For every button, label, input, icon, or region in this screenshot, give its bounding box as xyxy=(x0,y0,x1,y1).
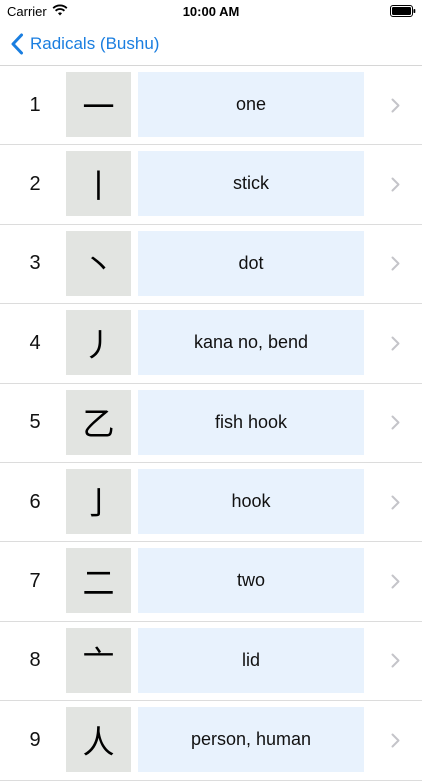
back-button[interactable]: Radicals (Bushu) xyxy=(10,30,159,58)
radical-number: 9 xyxy=(29,728,41,751)
radical-meaning: fish hook xyxy=(138,389,364,455)
back-button-label: Radicals (Bushu) xyxy=(30,34,160,53)
radical-glyph: 丶 xyxy=(66,230,131,296)
radical-glyph: 丨 xyxy=(66,151,131,217)
radical-glyph: 一 xyxy=(66,72,131,137)
radical-number: 7 xyxy=(29,570,41,593)
list-item[interactable]: 3 丶 dot xyxy=(0,225,422,305)
chevron-right-icon xyxy=(391,66,400,144)
chevron-left-icon xyxy=(11,33,23,55)
chevron-right-icon xyxy=(391,225,400,303)
chevron-right-icon xyxy=(391,542,400,620)
status-bar: Carrier 10:00 AM xyxy=(0,0,422,22)
navigation-bar: Radicals (Bushu) xyxy=(0,22,422,66)
radical-meaning: two xyxy=(138,548,364,614)
chevron-right-icon xyxy=(391,701,400,779)
radical-number: 5 xyxy=(29,411,41,434)
list-item[interactable]: 2 丨 stick xyxy=(0,145,422,225)
list-item[interactable]: 5 乙 fish hook xyxy=(0,384,422,463)
radical-meaning: person, human xyxy=(138,707,364,773)
radical-number: 2 xyxy=(29,173,41,196)
radical-number: 8 xyxy=(29,649,41,672)
radical-meaning: lid xyxy=(138,627,364,693)
radical-glyph: 二 xyxy=(66,548,131,614)
radical-glyph: 人 xyxy=(66,707,131,773)
radical-number: 4 xyxy=(29,331,41,354)
radical-meaning: one xyxy=(138,72,364,137)
radical-list: 1 一 one 2 丨 stick 3 丶 dot 4 丿 kana no, b… xyxy=(0,66,422,781)
radical-meaning: kana no, bend xyxy=(138,310,364,376)
chevron-right-icon xyxy=(391,622,400,700)
radical-number: 1 xyxy=(29,93,41,116)
radical-glyph: 亠 xyxy=(66,627,131,693)
radical-meaning: hook xyxy=(138,468,364,534)
chevron-right-icon xyxy=(391,463,400,541)
clock: 10:00 AM xyxy=(182,4,240,19)
radical-glyph: 亅 xyxy=(66,468,131,534)
radical-glyph: 乙 xyxy=(66,389,131,455)
radical-meaning: stick xyxy=(138,151,364,217)
list-item[interactable]: 4 丿 kana no, bend xyxy=(0,304,422,384)
chevron-right-icon xyxy=(391,304,400,382)
chevron-right-icon xyxy=(391,145,400,223)
battery-icon xyxy=(390,5,416,17)
list-item[interactable]: 8 亠 lid xyxy=(0,622,422,702)
list-item[interactable]: 1 一 one xyxy=(0,66,422,146)
list-item[interactable]: 9 人 person, human xyxy=(0,701,422,781)
radical-number: 6 xyxy=(29,490,41,513)
radical-glyph: 丿 xyxy=(66,310,131,376)
chevron-right-icon xyxy=(391,384,400,462)
radical-number: 3 xyxy=(29,252,41,275)
radical-meaning: dot xyxy=(138,230,364,296)
list-item[interactable]: 6 亅 hook xyxy=(0,463,422,543)
list-item[interactable]: 7 二 two xyxy=(0,542,422,622)
